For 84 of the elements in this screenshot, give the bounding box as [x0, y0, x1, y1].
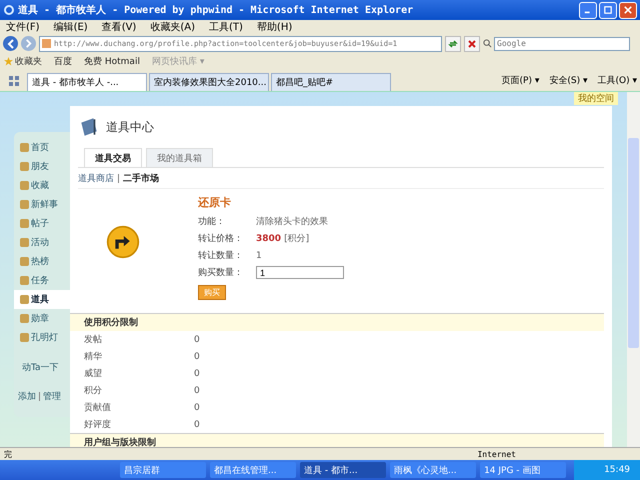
favorite-link[interactable]: 百度	[54, 54, 72, 68]
browser-tab[interactable]: 道具 - 都市牧羊人 -...	[27, 73, 147, 91]
sidebar-item[interactable]: 任务	[14, 271, 70, 290]
browser-tab[interactable]: 室内装修效果图大全2010...	[149, 73, 269, 91]
window-title: 道具 - 都市牧羊人 - Powered by phpwind - Microsoft Internet Explorer	[18, 3, 414, 17]
close-icon	[467, 38, 477, 48]
toolbar-menu[interactable]: 安全(S) ▾	[549, 74, 588, 86]
sidebar-item[interactable]: 收藏	[14, 176, 70, 195]
section-header: 用户组与版块限制	[70, 433, 604, 447]
field-label: 购买数量：	[198, 266, 244, 279]
back-button[interactable]	[3, 36, 18, 51]
star-icon	[4, 56, 13, 66]
toolbar-menu[interactable]: 工具(O) ▾	[598, 74, 637, 86]
menu-item[interactable]: 编辑(E)	[54, 20, 88, 34]
menu-item[interactable]: 查看(V)	[102, 20, 136, 34]
price-unit: [积分]	[284, 232, 310, 245]
minimize-button[interactable]	[579, 2, 597, 18]
browser-tab[interactable]: 都昌吧_贴吧#	[271, 73, 391, 91]
sidebar-item[interactable]: 道具	[14, 290, 70, 309]
sidebar-item[interactable]: 新鲜事	[14, 195, 70, 214]
limit-value: 0	[194, 402, 200, 412]
close-button[interactable]	[619, 2, 637, 18]
maximize-icon	[604, 6, 612, 14]
status-text: 完	[4, 448, 12, 460]
refresh-button[interactable]	[445, 36, 461, 52]
sidebar-item[interactable]: 朋友	[14, 157, 70, 176]
taskbar-item[interactable]: 昌宗居群	[120, 462, 206, 478]
limit-name: 好评度	[84, 418, 112, 431]
tab[interactable]: 我的道具箱	[146, 148, 213, 167]
limit-value: 0	[194, 386, 200, 396]
menu-item[interactable]: 工具(T)	[209, 20, 243, 34]
item-name: 还原卡	[198, 195, 232, 211]
close-icon	[624, 6, 632, 14]
refresh-icon	[448, 38, 458, 48]
search-field[interactable]: Google	[494, 36, 630, 50]
toolbar-menu[interactable]: 页面(P) ▾	[502, 74, 540, 86]
search-icon	[483, 39, 492, 48]
field-label: 功能：	[198, 216, 226, 228]
limit-name: 发帖	[84, 334, 103, 346]
sidebar-item[interactable]: 帖子	[14, 214, 70, 233]
sidebar-item[interactable]: 勋章	[14, 309, 70, 328]
menu-item[interactable]: 收藏夹(A)	[150, 20, 195, 34]
quantity-field[interactable]: 1	[256, 266, 344, 279]
limit-name: 积分	[84, 384, 103, 397]
sidebar-item[interactable]: 热榜	[14, 252, 70, 271]
security-zone: Internet	[477, 450, 517, 458]
sidebar-item[interactable]: 孔明灯	[14, 328, 70, 347]
poke-link[interactable]: 动Ta一下	[22, 361, 70, 374]
field-value: 清除猪头卡的效果	[256, 216, 328, 228]
add-link[interactable]: 添加	[18, 390, 36, 403]
menu-item[interactable]: 文件(F)	[6, 20, 40, 34]
subnav-link[interactable]: 道具商店	[78, 172, 114, 184]
panel-title: 道具中心	[106, 118, 154, 136]
field-value: 1	[256, 250, 262, 260]
stop-button[interactable]	[464, 36, 480, 52]
taskbar-item[interactable]: 雨枫《心灵地...	[390, 462, 476, 478]
sidebar-item[interactable]: 活动	[14, 233, 70, 252]
favorite-link[interactable]: 免费 Hotmail	[84, 54, 140, 68]
taskbar-item[interactable]: 都昌在线管理...	[210, 462, 296, 478]
manage-link[interactable]: 管理	[43, 390, 61, 403]
page-icon	[42, 39, 51, 48]
field-label: 转让价格：	[198, 232, 244, 245]
limit-name: 威望	[84, 368, 103, 380]
scrollbar[interactable]	[627, 92, 640, 447]
menu-item[interactable]: 帮助(H)	[256, 20, 292, 34]
maximize-button[interactable]	[599, 2, 617, 18]
section-header: 使用积分限制	[70, 313, 604, 331]
limit-value: 0	[194, 420, 200, 430]
favorites-button[interactable]: 收藏夹	[4, 54, 42, 68]
field-label: 转让数量：	[198, 250, 244, 262]
limit-value: 0	[194, 334, 200, 344]
sidebar-item[interactable]: 首页	[14, 138, 70, 157]
clock: 15:49	[574, 460, 640, 480]
subnav-link[interactable]: 二手市场	[123, 172, 159, 184]
limit-value: 0	[194, 368, 200, 378]
grid-icon	[9, 76, 19, 86]
limit-name: 精华	[84, 350, 103, 363]
price-value: 3800	[256, 234, 282, 244]
taskbar-item[interactable]: 14 JPG - 画图	[480, 462, 566, 478]
tab[interactable]: 道具交易	[84, 148, 142, 167]
limit-name: 贡献值	[84, 402, 112, 414]
taskbar-item[interactable]: 道具 - 都市...	[300, 462, 386, 478]
my-space-link[interactable]: 我的空间	[574, 92, 618, 105]
limit-value: 0	[194, 352, 200, 362]
